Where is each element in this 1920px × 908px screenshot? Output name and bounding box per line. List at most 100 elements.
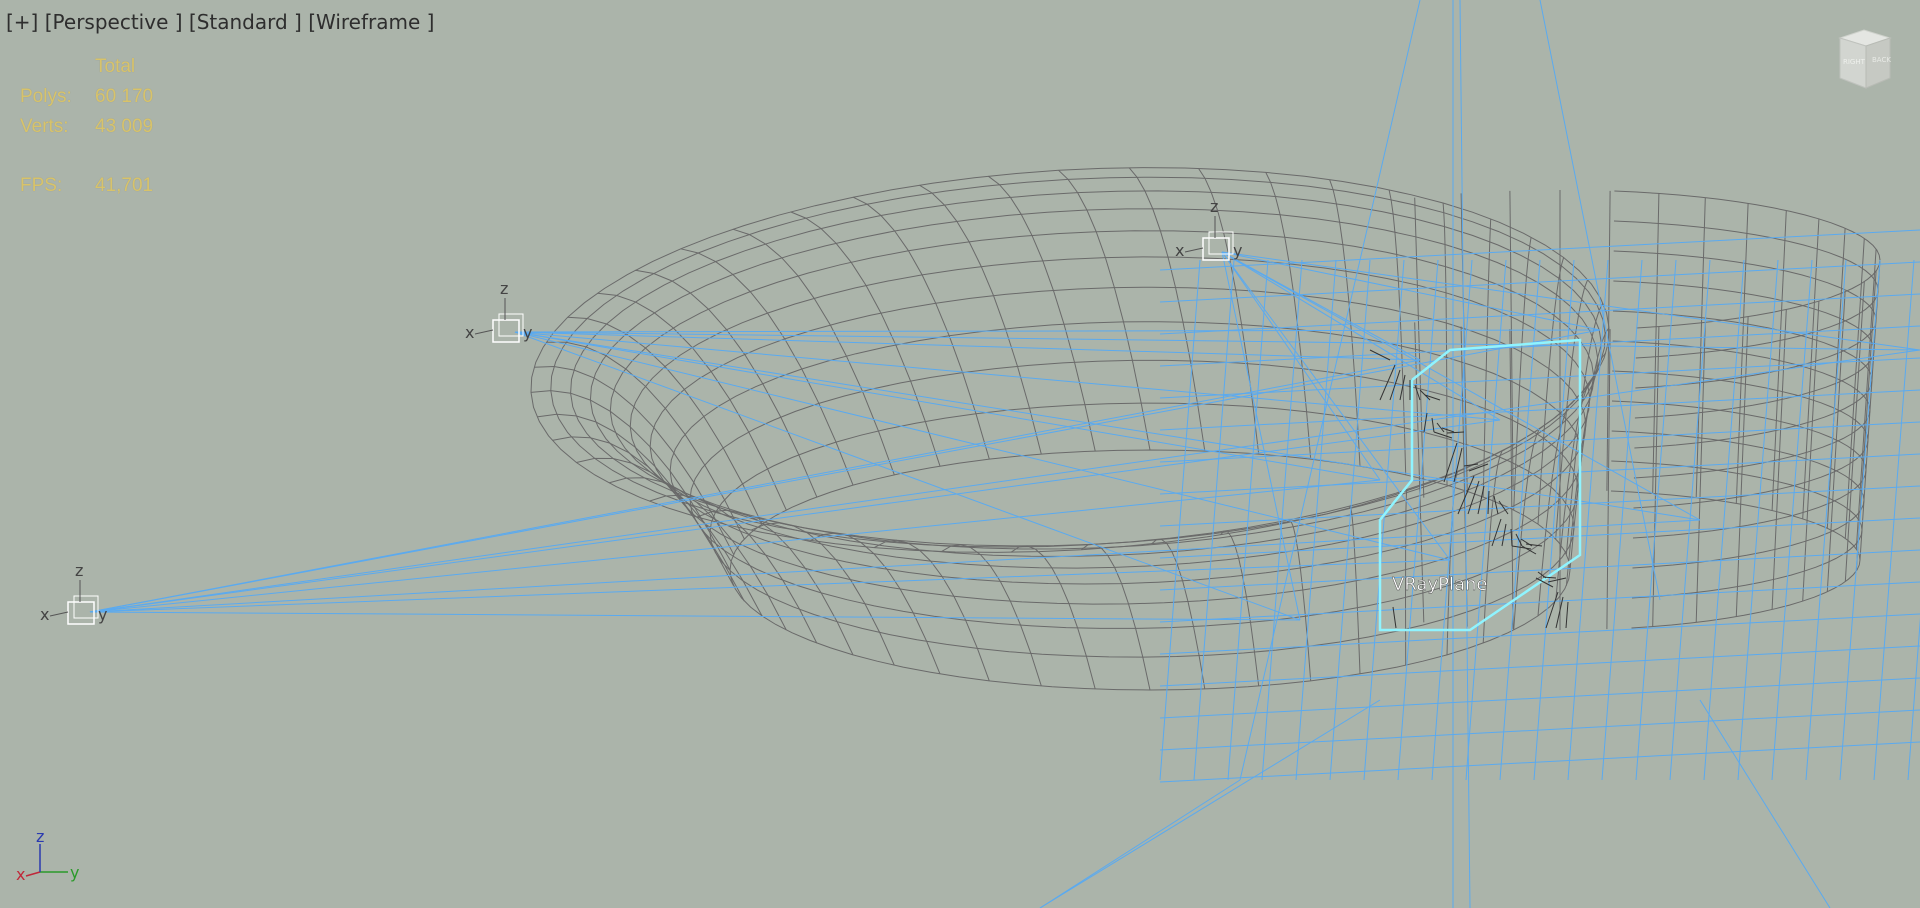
object-detail-line bbox=[1446, 431, 1465, 434]
light-beam-line bbox=[1221, 251, 1701, 521]
verts-value: 43 009 bbox=[95, 116, 154, 137]
light-gizmo-x-label: x bbox=[40, 605, 49, 624]
plane-grid-line bbox=[1193, 259, 1235, 781]
light-gizmo-z-label: z bbox=[500, 279, 508, 298]
statistics-overlay: Total Polys: 60 170 Verts: 43 009 FPS: 41,7… bbox=[20, 52, 153, 201]
bowl-meridian-line bbox=[1482, 218, 1492, 497]
light-gizmo-z-label: z bbox=[75, 561, 83, 580]
plane-grid-line bbox=[1159, 549, 1920, 591]
light-cone-line bbox=[1459, 0, 1471, 908]
light-beams[interactable] bbox=[89, 0, 1920, 908]
ground-plane-wireframe[interactable] bbox=[1159, 229, 1920, 783]
light-gizmo-box bbox=[492, 319, 520, 343]
light-gizmo-x-label: x bbox=[465, 323, 474, 342]
object-detail-line bbox=[1491, 518, 1502, 547]
viewport-wireframe-menu[interactable]: [Wireframe ] bbox=[308, 10, 434, 34]
light-beam-line bbox=[89, 559, 1451, 613]
viewcube-navigator[interactable]: RIGHT BACK bbox=[1834, 28, 1894, 92]
light-gizmo-x-axis bbox=[49, 611, 69, 617]
light-gizmo-y-label: y bbox=[1233, 241, 1242, 260]
viewport-shading-standard-menu[interactable]: [Standard ] bbox=[189, 10, 302, 34]
perspective-viewport[interactable]: zxyzxyzxy VRayPlane [+] [Perspective ] [… bbox=[0, 0, 1920, 908]
plane-grid-line bbox=[1227, 259, 1269, 781]
wireframe-scene[interactable]: zx yzx yzx y VRayPlane bbox=[0, 0, 1920, 908]
object-detail-line bbox=[1521, 545, 1537, 555]
plane-grid-line bbox=[1499, 259, 1541, 781]
plane-grid-line bbox=[1159, 261, 1920, 303]
axis-y-label: y bbox=[70, 863, 79, 882]
object-detail-line bbox=[1453, 447, 1463, 483]
plane-grid-line bbox=[1159, 709, 1920, 751]
plane-grid-line bbox=[1363, 259, 1405, 781]
plane-grid-line bbox=[1159, 357, 1920, 399]
light-beam-line bbox=[1221, 251, 1601, 331]
polys-label: Polys: bbox=[20, 86, 72, 107]
light-gizmo-y-label: y bbox=[523, 323, 532, 342]
plane-grid-line bbox=[1159, 677, 1920, 719]
light-gizmo-x-axis bbox=[474, 329, 494, 335]
object-detail-line bbox=[1547, 577, 1567, 583]
light-gizmo-x-label: x bbox=[1175, 241, 1184, 260]
light-cone-line bbox=[1699, 699, 1831, 908]
viewcube-front-label: RIGHT bbox=[1843, 58, 1866, 66]
viewport-label-menu: [+] [Perspective ] [Standard ] [Wirefram… bbox=[6, 10, 434, 34]
light-beam-line bbox=[514, 331, 1301, 621]
light-beam-line bbox=[89, 349, 1920, 613]
bowl-meridian-line bbox=[567, 316, 763, 525]
bowl-meridian-line bbox=[680, 248, 854, 486]
plane-grid-line bbox=[1567, 259, 1609, 781]
viewcube-side-label: BACK bbox=[1872, 56, 1891, 64]
bowl-meridian-line bbox=[1286, 519, 1312, 681]
bowl-meridian-line bbox=[1151, 538, 1206, 690]
light-gizmo-y-label: y bbox=[98, 605, 107, 624]
bowl-meridian-line bbox=[1058, 169, 1151, 451]
bowl-latitude-line bbox=[729, 449, 1571, 691]
object-detail-line bbox=[1414, 384, 1421, 401]
bowl-meridian-line bbox=[1569, 327, 1610, 571]
light-gizmo-z-label: z bbox=[1210, 197, 1218, 216]
fps-value: 41,701 bbox=[95, 175, 154, 196]
bowl-meridian-line bbox=[534, 365, 735, 555]
light-gizmos[interactable]: z x y z x y z x y bbox=[40, 197, 1242, 625]
plane-grid-line bbox=[1397, 259, 1439, 781]
plane-grid-line bbox=[1703, 259, 1745, 781]
spot-light-gizmo: z x y bbox=[1175, 197, 1242, 261]
plane-grid-line bbox=[1907, 617, 1920, 781]
light-beam-line bbox=[89, 611, 1301, 621]
spot-light-gizmo: z x y bbox=[40, 561, 107, 625]
verts-label: Verts: bbox=[20, 116, 69, 137]
light-beam-line bbox=[1221, 251, 1501, 421]
ring-vertical-line bbox=[1414, 197, 1425, 498]
plane-grid-line bbox=[1159, 389, 1920, 431]
axis-z-label: z bbox=[36, 827, 44, 846]
polys-value: 60 170 bbox=[95, 86, 154, 107]
bowl-meridian-line bbox=[1513, 237, 1532, 511]
light-beam-line bbox=[1221, 251, 1421, 361]
light-beam-line bbox=[1221, 251, 1451, 561]
light-cone-line bbox=[1039, 699, 1381, 908]
light-gizmo-box bbox=[67, 601, 95, 625]
bowl-latitude-line bbox=[669, 321, 1583, 605]
bowl-meridian-line bbox=[1348, 504, 1361, 674]
axis-x-line bbox=[25, 871, 41, 877]
light-gizmo-x-axis bbox=[1184, 247, 1204, 253]
plane-grid-line bbox=[1159, 645, 1920, 687]
axis-x-label: x bbox=[16, 865, 25, 884]
plane-grid-line bbox=[1533, 259, 1575, 781]
bowl-meridian-line bbox=[1128, 167, 1206, 452]
plane-grid-line bbox=[1295, 259, 1337, 781]
light-beam-line bbox=[514, 329, 1601, 333]
viewport-perspective-menu[interactable]: [Perspective ] bbox=[45, 10, 183, 34]
viewport-plus-menu[interactable]: [+] bbox=[6, 10, 38, 34]
bowl-meridian-line bbox=[790, 211, 941, 467]
light-beam-line bbox=[514, 331, 1381, 481]
fps-label: FPS: bbox=[20, 175, 63, 196]
light-beam-line bbox=[514, 331, 1920, 351]
stats-total-header: Total bbox=[95, 56, 136, 77]
vrayplane-label: VRayPlane bbox=[1392, 574, 1487, 595]
object-detail-line bbox=[1565, 601, 1569, 629]
object-detail-line bbox=[1493, 495, 1499, 515]
bowl-meridian-line bbox=[546, 341, 745, 540]
light-beam-line bbox=[89, 479, 1381, 613]
world-axis-tripod: x y z bbox=[16, 827, 79, 884]
